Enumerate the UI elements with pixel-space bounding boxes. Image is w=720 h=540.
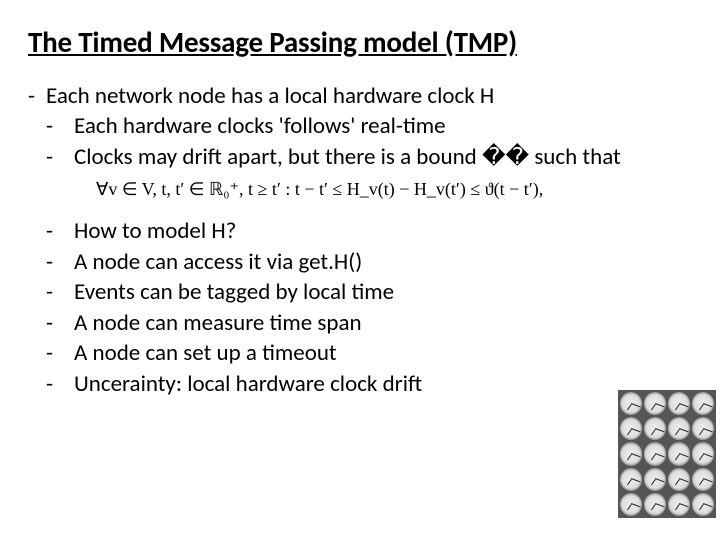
bullet-dash: - [28,112,74,141]
bullet-text: Each network node has a local hardware c… [46,82,494,111]
math-formula: ∀v ∈ V, t, t′ ∈ ℝ₀⁺, t ≥ t′ : t − t′ ≤ H… [28,178,692,201]
bullet-text: Uncerainty: local hardware clock drift [74,370,422,399]
bullet-dash: - [28,370,74,399]
bullet-dash: - [28,248,74,277]
bullet-dash: - [28,217,74,246]
bullet-level1: - Clocks may drift apart, but there is a… [28,143,692,172]
bullet-level1: - Uncerainty: local hardware clock drift [28,370,692,399]
bullet-text: A node can access it via get.H() [74,248,362,277]
bullet-dash: - [28,143,74,172]
bullet-level1: - Each hardware clocks 'follows' real-ti… [28,112,692,141]
clocks-image [618,390,716,518]
bullet-level1: - A node can access it via get.H() [28,248,692,277]
bullet-text: Events can be tagged by local time [74,278,394,307]
bullet-level1: - How to model H? [28,217,692,246]
bullet-text: Each hardware clocks 'follows' real-time [74,112,446,141]
bullet-text: A node can measure time span [74,309,362,338]
bullet-dash: - [28,82,46,111]
bullet-dash: - [28,309,74,338]
bullet-dash: - [28,339,74,368]
bullet-text: Clocks may drift apart, but there is a b… [74,143,621,172]
bullet-text: How to model H? [74,217,236,246]
slide-title: The Timed Message Passing model (TMP) [28,24,692,60]
bullet-level1: - A node can set up a timeout [28,339,692,368]
bullet-level1: - A node can measure time span [28,309,692,338]
bullet-dash: - [28,278,74,307]
slide-body: - Each network node has a local hardware… [28,82,692,399]
bullet-text: A node can set up a timeout [74,339,337,368]
bullet-level0: - Each network node has a local hardware… [28,82,692,111]
bullet-level1: - Events can be tagged by local time [28,278,692,307]
